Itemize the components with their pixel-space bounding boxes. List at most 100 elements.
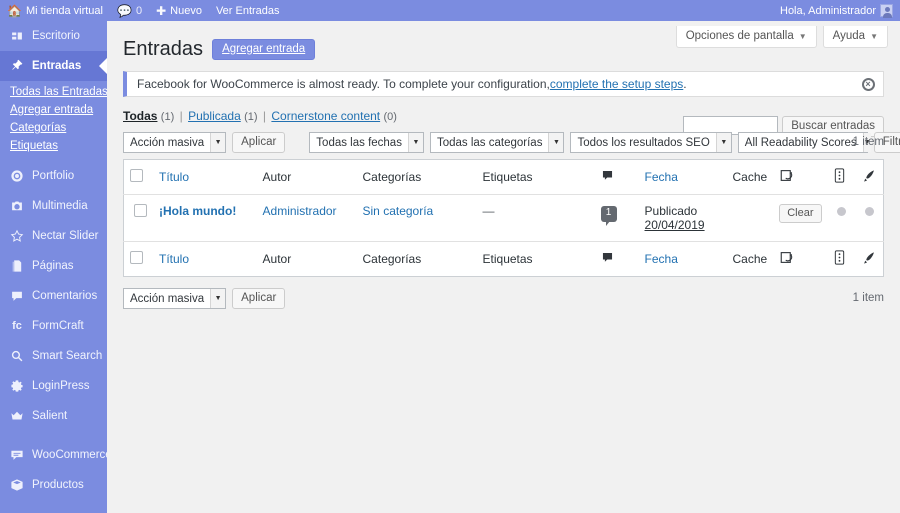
sidebar-item-portfolio[interactable]: Portfolio <box>0 161 107 191</box>
dashboard-icon <box>9 28 25 44</box>
row-seo-score-cell <box>828 195 856 242</box>
table-footer-row: Título Autor Categorías Etiquetas Fecha … <box>123 241 884 277</box>
comment-count-badge[interactable]: 1 <box>600 206 617 226</box>
media-icon <box>9 198 25 214</box>
sidebar-item-entradas[interactable]: Entradas <box>0 51 107 81</box>
sidebar-item-escritorio[interactable]: Escritorio <box>0 21 107 51</box>
bulk-action-select-bottom[interactable]: Acción masiva ▼ <box>123 287 227 309</box>
clear-cache-button[interactable]: Clear <box>779 204 822 223</box>
column-footer-date: Fecha <box>638 241 727 277</box>
search-icon <box>9 348 25 364</box>
screen-options-button[interactable]: Opciones de pantalla ▼ <box>675 26 817 48</box>
sidebar-item-paginas[interactable]: Páginas <box>0 251 107 281</box>
column-footer-title: Título <box>153 241 257 277</box>
column-footer-seo-score <box>827 241 856 277</box>
sidebar-item-label: Multimedia <box>32 200 88 212</box>
filter-count-publicada: (1) <box>244 111 258 123</box>
sidebar-item-formcraft[interactable]: fc FormCraft <box>0 311 107 341</box>
filter-link-cornerstone-content[interactable]: Cornerstone content <box>271 109 380 123</box>
post-category-link[interactable]: Sin categoría <box>363 204 434 218</box>
table-header-row: Título Autor Categorías Etiquetas Fecha … <box>123 159 884 195</box>
filter-link-publicada[interactable]: Publicada <box>188 109 241 123</box>
sidebar-item-multimedia[interactable]: Multimedia <box>0 191 107 221</box>
chevron-down-icon: ▼ <box>798 31 807 41</box>
readability-score-dot[interactable] <box>864 207 874 217</box>
column-footer-author: Autor <box>256 241 357 277</box>
column-header-categories: Categorías <box>356 159 477 195</box>
chevron-down-icon: ▼ <box>870 31 878 41</box>
category-filter-select[interactable]: Todas las categorías ▼ <box>429 131 565 153</box>
sidebar-item-label: Productos <box>32 479 84 491</box>
column-footer-cache: Cache <box>726 241 774 277</box>
readability-pen-icon <box>862 169 876 186</box>
row-categories-cell: Sin categoría <box>357 195 477 242</box>
post-date-value: 20/04/2019 <box>644 218 705 232</box>
sidebar-item-productos[interactable]: Productos <box>0 470 107 500</box>
filter-link-todas[interactable]: Todas <box>123 109 157 123</box>
woocommerce-icon <box>9 447 25 463</box>
seo-score-icon <box>834 168 845 186</box>
apply-bulk-action-button-bottom[interactable]: Aplicar <box>232 287 286 309</box>
row-author-cell: Administrador <box>257 195 357 242</box>
adminbar-view-posts[interactable]: Ver Entradas <box>209 0 287 21</box>
notice-dismiss-button[interactable]: × <box>859 75 877 93</box>
sidebar-item-woocommerce[interactable]: WooCommerce <box>0 440 107 470</box>
sidebar-subitem-todas-las-entradas[interactable]: Todas las Entradas <box>0 83 107 101</box>
add-new-post-button[interactable]: Agregar entrada <box>212 38 316 60</box>
crown-icon <box>9 408 25 424</box>
seo-filter-select[interactable]: Todos los resultados SEO ▼ <box>570 131 732 153</box>
notice-setup-link[interactable]: complete the setup steps <box>550 77 683 91</box>
sort-by-title-link-footer[interactable]: Título <box>159 252 189 266</box>
sidebar-subitem-categorias[interactable]: Categorías <box>0 119 107 137</box>
column-header-tags: Etiquetas <box>476 159 595 195</box>
row-cache-cell <box>727 195 774 242</box>
sort-by-date-link-footer[interactable]: Fecha <box>645 252 678 266</box>
sort-by-date-link[interactable]: Fecha <box>645 170 678 184</box>
sidebar-item-label: Escritorio <box>32 30 80 42</box>
adminbar-new-content[interactable]: ✚ Nuevo <box>149 0 209 21</box>
items-count-top: 1 item <box>852 136 884 148</box>
screen-options-label: Opciones de pantalla <box>685 30 794 42</box>
products-icon <box>9 477 25 493</box>
screen-meta-links: Opciones de pantalla ▼ Ayuda ▼ <box>675 26 888 48</box>
posts-table-foot: Título Autor Categorías Etiquetas Fecha … <box>123 241 884 277</box>
sidebar-subitem-agregar-entrada[interactable]: Agregar entrada <box>0 101 107 119</box>
sidebar-item-label: Portfolio <box>32 170 75 182</box>
post-title-link[interactable]: ¡Hola mundo! <box>159 204 236 218</box>
sidebar-item-comentarios[interactable]: Comentarios <box>0 281 107 311</box>
comment-icon <box>601 251 614 267</box>
adminbar-greeting: Hola, Administrador <box>780 4 876 17</box>
row-comments-cell: 1 <box>595 195 639 242</box>
sidebar-subitem-etiquetas[interactable]: Etiquetas <box>0 137 107 155</box>
readability-filter-select[interactable]: All Readability Scores ▼ <box>737 131 871 153</box>
select-all-footer-header <box>123 241 153 277</box>
bulk-action-select-top[interactable]: Acción masiva ▼ <box>123 131 227 153</box>
adminbar-comments[interactable]: 💬 0 <box>110 0 149 21</box>
date-filter-select[interactable]: Todas las fechas ▼ <box>309 131 424 153</box>
chevron-down-icon: ▼ <box>407 132 423 152</box>
sidebar-item-loginpress[interactable]: LoginPress <box>0 371 107 401</box>
sidebar-item-smart-search[interactable]: Smart Search <box>0 341 107 371</box>
select-all-checkbox-footer[interactable] <box>130 251 143 264</box>
column-header-seo-score <box>827 159 856 195</box>
adminbar-site-name[interactable]: 🏠 Mi tienda virtual <box>0 0 110 21</box>
adminbar-my-account[interactable]: Hola, Administrador <box>773 0 900 21</box>
help-button[interactable]: Ayuda ▼ <box>822 26 888 48</box>
posts-table: Título Autor Categorías Etiquetas Fecha … <box>123 159 884 277</box>
items-count-bottom: 1 item <box>852 292 884 304</box>
help-label: Ayuda <box>832 30 866 42</box>
select-all-checkbox[interactable] <box>130 169 143 182</box>
apply-bulk-action-button-top[interactable]: Aplicar <box>232 131 286 153</box>
seo-score-dot[interactable] <box>837 207 846 217</box>
sidebar-item-apariencia[interactable]: Apariencia <box>0 509 107 513</box>
adminbar-view-posts-label: Ver Entradas <box>215 4 280 17</box>
sidebar-item-label: Nectar Slider <box>32 230 99 242</box>
row-checkbox[interactable] <box>134 204 147 217</box>
sort-by-title-link[interactable]: Título <box>159 170 189 184</box>
chevron-down-icon: ▼ <box>210 288 226 308</box>
column-footer-comments <box>594 241 639 277</box>
post-author-link[interactable]: Administrador <box>263 204 337 218</box>
sidebar-item-salient[interactable]: Salient <box>0 401 107 431</box>
row-tags-cell: — <box>482 204 495 218</box>
sidebar-item-nectar-slider[interactable]: Nectar Slider <box>0 221 107 251</box>
